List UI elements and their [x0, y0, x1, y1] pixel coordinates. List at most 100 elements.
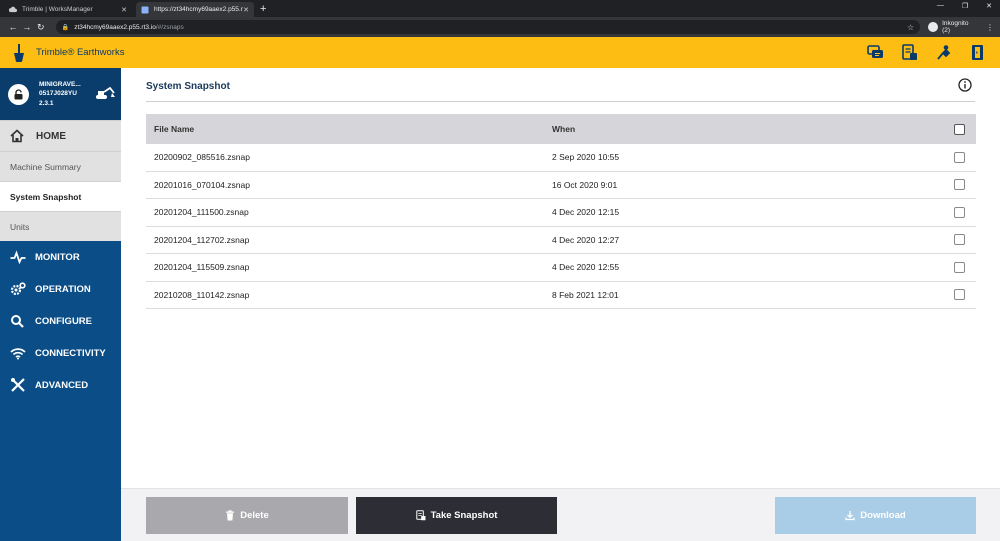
sidebar-item-label: Machine Summary	[10, 161, 81, 172]
brand: Trimble® Earthworks	[12, 43, 124, 62]
info-icon[interactable]	[958, 78, 972, 92]
app-header: Trimble® Earthworks	[0, 37, 1000, 68]
row-checkbox[interactable]	[953, 206, 965, 218]
bookmark-star-icon[interactable]: ☆	[907, 23, 914, 32]
table-row[interactable]: 20201204_112702.zsnap 4 Dec 2020 12:27	[146, 227, 976, 254]
gears-icon	[10, 282, 26, 296]
download-button[interactable]: Download	[775, 497, 976, 534]
home-icon	[10, 129, 24, 143]
file-name-cell: 20200902_085516.zsnap	[154, 152, 250, 163]
machine-version: 2.3.1	[39, 99, 54, 107]
lock-icon	[14, 88, 23, 99]
tab-label: Trimble | WorksManager	[22, 6, 93, 13]
browser-menu-icon[interactable]: ⋮	[986, 23, 994, 32]
url-path: /#/zsnaps	[155, 23, 184, 31]
take-snapshot-label: Take Snapshot	[430, 510, 498, 521]
row-checkbox[interactable]	[953, 261, 965, 273]
snapshot-table: File Name When 20200902_085516.zsnap 2 Se…	[146, 114, 976, 309]
browser-toolbar: ← → ↻ 🔒 zt34hcmy69aaex2.p55.rt3.io /#/zs…	[0, 17, 1000, 37]
when-cell: 4 Dec 2020 12:55	[552, 262, 620, 273]
table-body: 20200902_085516.zsnap 2 Sep 2020 10:55 202…	[146, 144, 976, 309]
table-row[interactable]: 20210208_110142.zsnap 8 Feb 2021 12:01	[146, 282, 976, 309]
header-file-name[interactable]: File Name	[146, 124, 544, 134]
table-row[interactable]: 20200902_085516.zsnap 2 Sep 2020 10:55	[146, 144, 976, 172]
sidebar-item-machine-summary[interactable]: Machine Summary	[0, 151, 121, 181]
sidebar-item-units[interactable]: Units	[0, 211, 121, 241]
document-export-icon[interactable]	[901, 44, 918, 61]
support-icon[interactable]	[935, 44, 952, 61]
row-checkbox[interactable]	[953, 234, 965, 246]
nav-label: CONFIGURE	[35, 315, 92, 327]
row-checkbox[interactable]	[953, 289, 965, 301]
when-cell: 4 Dec 2020 12:27	[552, 234, 620, 245]
main-content: System Snapshot File Name When 20200902_…	[121, 68, 1000, 488]
table-header: File Name When	[146, 114, 976, 144]
machine-serial: 0517J028YU	[39, 90, 77, 98]
tab-label: https://zt34hcmy69aaex2.p55.rt3	[154, 6, 244, 13]
restore-icon[interactable]: ❐	[962, 2, 968, 10]
excavator-icon	[95, 87, 115, 99]
close-icon[interactable]: ✕	[243, 6, 249, 14]
nav-operation[interactable]: OPERATION	[0, 273, 121, 305]
nav-advanced[interactable]: ADVANCED	[0, 369, 121, 401]
nav-home-label: HOME	[36, 130, 66, 142]
snapshot-file-icon	[415, 510, 426, 521]
incognito-profile[interactable]: Inkognito (2)	[928, 20, 978, 34]
window-close-icon[interactable]: ✕	[986, 2, 992, 10]
shovel-logo-icon	[14, 43, 24, 62]
nav-home[interactable]: HOME	[0, 120, 121, 151]
nav-configure[interactable]: CONFIGURE	[0, 305, 121, 337]
nav-label: CONNECTIVITY	[35, 347, 106, 359]
exit-door-icon[interactable]	[969, 44, 986, 61]
configure-search-icon	[11, 315, 24, 328]
table-row[interactable]: 20201204_111500.zsnap 4 Dec 2020 12:15	[146, 199, 976, 227]
download-icon	[845, 511, 855, 521]
file-name-cell: 20201204_115509.zsnap	[154, 262, 250, 273]
wifi-icon	[10, 348, 26, 360]
machine-name: MINIGRAVE...	[39, 80, 81, 88]
file-name-cell: 20201204_111500.zsnap	[154, 207, 249, 218]
when-cell: 2 Sep 2020 10:55	[552, 152, 620, 163]
nav-label: OPERATION	[35, 283, 91, 295]
header-actions	[867, 44, 986, 61]
forward-icon[interactable]: →	[20, 22, 34, 32]
pulse-icon	[10, 250, 26, 264]
url-host: zt34hcmy69aaex2.p55.rt3.io	[74, 23, 156, 31]
table-row[interactable]: 20201016_070104.zsnap 16 Oct 2020 9:01	[146, 172, 976, 199]
row-checkbox[interactable]	[953, 151, 965, 163]
sidebar-item-system-snapshot[interactable]: System Snapshot	[0, 181, 121, 211]
delete-button[interactable]: Delete	[146, 497, 348, 534]
machine-info[interactable]: MINIGRAVE... 0517J028YU 2.3.1	[0, 68, 121, 120]
tools-icon	[11, 378, 25, 392]
row-checkbox[interactable]	[953, 179, 965, 191]
select-all-checkbox[interactable]	[953, 123, 965, 135]
new-tab-button[interactable]: +	[260, 2, 266, 17]
when-cell: 16 Oct 2020 9:01	[552, 179, 618, 190]
app-window: Trimble | WorksManager ✕ https://zt34hcm…	[0, 0, 1000, 541]
sidebar-item-label: Units	[10, 221, 30, 232]
machine-lock-avatar	[8, 83, 29, 105]
incognito-icon	[928, 22, 939, 32]
address-bar[interactable]: 🔒 zt34hcmy69aaex2.p55.rt3.io /#/zsnaps ☆	[55, 20, 921, 34]
file-name-cell: 20201204_112702.zsnap	[154, 234, 250, 245]
header-when[interactable]: When	[544, 124, 942, 134]
reload-icon[interactable]: ↻	[34, 22, 48, 33]
sidebar-item-label: System Snapshot	[10, 191, 82, 202]
minimize-icon[interactable]: —	[937, 2, 944, 10]
browser-tab-worksmanager[interactable]: Trimble | WorksManager ✕	[4, 2, 132, 17]
chat-icon[interactable]	[867, 44, 884, 61]
close-icon[interactable]: ✕	[121, 6, 127, 14]
browser-tab-bar: Trimble | WorksManager ✕ https://zt34hcm…	[0, 0, 1000, 17]
profile-label: Inkognito (2)	[942, 20, 969, 34]
nav-connectivity[interactable]: CONNECTIVITY	[0, 337, 121, 369]
back-icon[interactable]: ←	[6, 22, 20, 32]
when-cell: 8 Feb 2021 12:01	[552, 289, 619, 300]
window-controls: — ❐ ✕	[937, 2, 992, 10]
table-row[interactable]: 20201204_115509.zsnap 4 Dec 2020 12:55	[146, 254, 976, 282]
browser-tab-earthworks[interactable]: https://zt34hcmy69aaex2.p55.rt3 ✕	[136, 2, 254, 17]
take-snapshot-button[interactable]: Take Snapshot	[356, 497, 557, 534]
nav-monitor[interactable]: MONITOR	[0, 241, 121, 273]
delete-button-label: Delete	[240, 510, 269, 521]
download-button-label: Download	[860, 510, 906, 521]
when-cell: 4 Dec 2020 12:15	[552, 207, 620, 218]
